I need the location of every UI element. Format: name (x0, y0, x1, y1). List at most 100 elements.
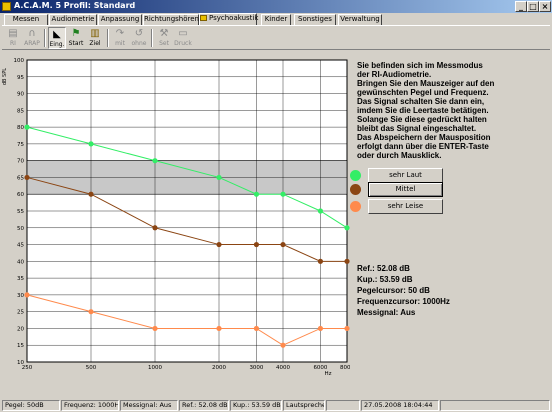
arap-icon: ∩ (28, 28, 36, 39)
title-bar: A.C.A.M. 5 Profil: Standard _ □ × (0, 0, 552, 13)
y-tick-label: 50 (17, 226, 24, 232)
data-point (152, 325, 158, 332)
psychoacoustics-icon (200, 15, 207, 21)
toolbar-separator (107, 29, 109, 47)
data-point (24, 124, 30, 130)
ri-icon: ▤ (8, 28, 18, 39)
x-tick-label: 4000 (276, 365, 290, 371)
tab-psychoakustik[interactable]: Psychoakustik (199, 13, 259, 25)
y-tick-label: 15 (17, 343, 24, 349)
data-point (344, 325, 350, 332)
very-quiet-button[interactable]: sehr Leise (368, 199, 443, 214)
ri-button[interactable]: ▤ RI (4, 27, 22, 49)
y-tick-label: 25 (17, 310, 24, 316)
tab-psychoakustik-label: Psychoakustik (209, 14, 259, 22)
data-point (317, 258, 324, 264)
status-level: Pegel: 50dB (2, 400, 60, 411)
status-frequency: Frequenz: 1000Hz (61, 400, 119, 411)
data-point (253, 325, 260, 332)
data-point (344, 258, 350, 264)
y-tick-label: 85 (17, 108, 24, 114)
main-tabs: Messen Audiometrie Anpassung Richtungshö… (2, 13, 550, 25)
with-icon: ↷ (115, 28, 125, 39)
window-title: A.C.A.M. 5 Profil: Standard (14, 1, 136, 10)
x-tick-label: 250 (22, 365, 33, 371)
data-point (216, 325, 222, 332)
data-point (24, 174, 30, 181)
close-button[interactable]: × (539, 1, 551, 12)
settings-button[interactable]: ⚒ Set (155, 27, 173, 49)
tools-icon: ⚒ (159, 28, 169, 39)
without-button[interactable]: ↺ ohne (130, 27, 148, 49)
frequency-cursor-readout: Frequenzcursor: 1000Hz (357, 297, 450, 306)
y-axis-label: dB SPL (2, 68, 8, 85)
data-point (152, 225, 158, 231)
tab-verwaltung[interactable]: Verwaltung (338, 14, 382, 25)
ref-readout: Ref.: 52.08 dB (357, 264, 410, 273)
status-datetime: 27.05.2008 18:04:44 (361, 400, 439, 411)
data-point (317, 208, 324, 214)
data-point (152, 158, 158, 164)
status-bar: Pegel: 50dB Frequenz: 1000Hz Messignal: … (0, 399, 552, 412)
loud-color-dot (350, 170, 361, 181)
data-point (344, 225, 350, 231)
y-tick-label: 70 (17, 159, 24, 165)
x-tick-label: 2000 (212, 365, 226, 371)
level-row-quiet: sehr Leise (347, 199, 543, 215)
tab-audiometrie[interactable]: Audiometrie (49, 14, 97, 25)
x-tick-label: 500 (86, 365, 97, 371)
y-tick-label: 45 (17, 243, 24, 249)
input-button[interactable]: ◣ Eing. (48, 27, 66, 49)
status-ref: Ref.: 52.08 dB (179, 400, 229, 411)
kup-readout: Kup.: 53.59 dB (357, 275, 413, 284)
x-tick-label: 1000 (148, 365, 162, 371)
y-tick-label: 80 (17, 125, 24, 131)
minimize-button[interactable]: _ (515, 1, 527, 12)
level-cursor-readout: Pegelcursor: 50 dB (357, 286, 430, 295)
without-icon: ↺ (134, 28, 144, 39)
medium-button[interactable]: Mittel (368, 182, 443, 197)
target-button[interactable]: ▥ Ziel (86, 27, 104, 49)
data-point (280, 241, 286, 248)
status-empty (326, 400, 360, 411)
y-tick-label: 90 (17, 92, 24, 98)
data-point (280, 191, 286, 197)
tab-kinder[interactable]: Kinder (261, 14, 291, 25)
target-icon: ▥ (90, 28, 100, 39)
very-loud-button[interactable]: sehr Laut (368, 168, 443, 183)
with-button[interactable]: ↷ mit (111, 27, 129, 49)
y-tick-label: 95 (17, 75, 24, 81)
print-button[interactable]: ▭ Druck (174, 27, 192, 49)
readouts-panel: Ref.: 52.08 dB Kup.: 53.59 dB Pegelcurso… (357, 263, 450, 318)
tab-anpassung[interactable]: Anpassung (98, 14, 142, 25)
tab-richtungshoeren[interactable]: Richtungshören (143, 14, 199, 25)
data-point (88, 191, 94, 197)
tab-sonstiges[interactable]: Sonstiges (294, 14, 336, 25)
start-button[interactable]: ⚑ Start (67, 27, 85, 49)
quiet-color-dot (350, 201, 361, 212)
y-tick-label: 55 (17, 209, 24, 215)
data-point (216, 174, 222, 181)
signal-readout: Messignal: Aus (357, 308, 416, 317)
print-icon: ▭ (178, 28, 188, 39)
data-point (24, 292, 30, 298)
y-tick-label: 40 (17, 259, 24, 265)
arap-button[interactable]: ∩ ARAP (23, 27, 41, 49)
y-tick-label: 60 (17, 192, 24, 198)
level-row-medium: Mittel (347, 182, 543, 198)
data-point (88, 309, 94, 315)
maximize-button[interactable]: □ (527, 1, 539, 12)
medium-color-dot (350, 184, 361, 195)
data-point (253, 241, 260, 248)
y-tick-label: 30 (17, 293, 24, 299)
audiogram-chart[interactable]: 1015202530354045505560657075808590951002… (0, 54, 350, 382)
x-axis-label: Hz (324, 371, 331, 377)
start-icon: ⚑ (71, 28, 81, 39)
x-tick-label: 3000 (249, 365, 263, 371)
data-point (216, 241, 222, 248)
status-kup: Kup.: 53.59 dB (230, 400, 282, 411)
app-icon (2, 2, 11, 11)
tab-messen[interactable]: Messen (4, 14, 48, 25)
y-tick-label: 65 (17, 175, 24, 181)
status-output: Lautsprecher (283, 400, 325, 411)
